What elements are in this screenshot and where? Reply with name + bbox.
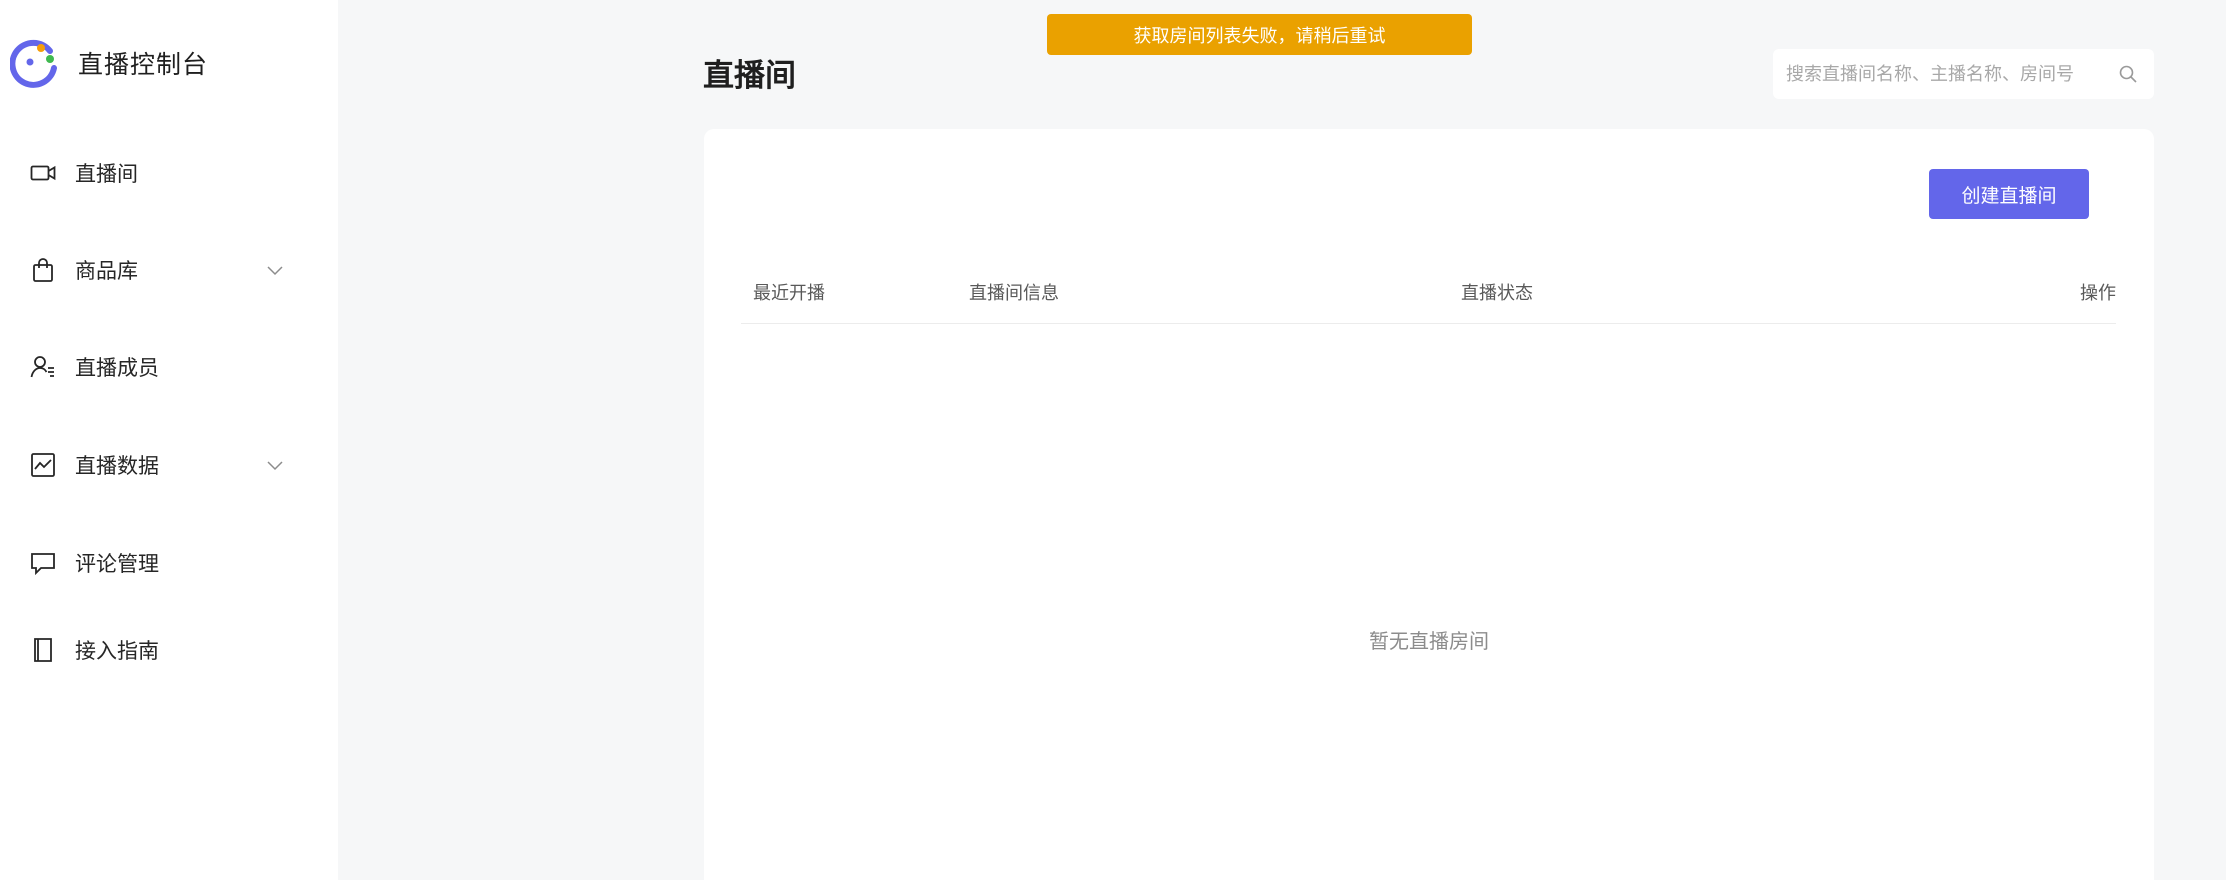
search-box xyxy=(1773,49,2154,99)
sidebar-item-product-library[interactable]: 商品库 xyxy=(0,240,338,300)
sidebar-item-label: 直播间 xyxy=(75,162,138,186)
sidebar-item-live-room[interactable]: 直播间 xyxy=(0,143,338,203)
page-title: 直播间 xyxy=(703,58,796,94)
chevron-down-icon[interactable] xyxy=(265,260,285,280)
logo-icon xyxy=(10,39,57,88)
sidebar-item-label: 商品库 xyxy=(75,259,138,283)
shopping-bag-icon xyxy=(28,255,58,285)
sidebar-item-label: 直播数据 xyxy=(75,454,159,478)
sidebar-item-comment-management[interactable]: 评论管理 xyxy=(0,533,338,593)
column-header-actions: 操作 xyxy=(2080,283,2116,304)
column-header-room-info: 直播间信息 xyxy=(969,283,1059,304)
create-live-room-button[interactable]: 创建直播间 xyxy=(1929,169,2089,219)
sidebar-item-label: 接入指南 xyxy=(75,639,159,663)
video-camera-icon xyxy=(28,158,58,188)
search-input[interactable] xyxy=(1786,63,2106,85)
sidebar-item-live-data[interactable]: 直播数据 xyxy=(0,435,338,495)
user-list-icon xyxy=(28,352,58,382)
brand[interactable]: 直播控制台 xyxy=(10,38,208,88)
book-icon xyxy=(28,635,58,665)
error-toast: 获取房间列表失败，请稍后重试 xyxy=(1047,14,1472,55)
live-room-card: 创建直播间 最近开播 直播间信息 直播状态 操作 暂无直播房间 xyxy=(704,129,2154,880)
sidebar-item-live-members[interactable]: 直播成员 xyxy=(0,337,338,397)
sidebar-item-integration-guide[interactable]: 接入指南 xyxy=(0,620,338,680)
table-header: 最近开播 直播间信息 直播状态 操作 xyxy=(741,264,2116,324)
app-root: 直播控制台 直播间 商品库 直播成员 直播数据 评论管理 接入指南 获取房间列表… xyxy=(0,0,2226,880)
chevron-down-icon[interactable] xyxy=(265,455,285,475)
chart-icon xyxy=(28,450,58,480)
app-title: 直播控制台 xyxy=(78,50,209,79)
comment-icon xyxy=(28,548,58,578)
sidebar-item-label: 评论管理 xyxy=(75,552,159,576)
sidebar: 直播控制台 直播间 商品库 直播成员 直播数据 评论管理 接入指南 xyxy=(0,0,338,880)
column-header-live-status: 直播状态 xyxy=(1461,283,1533,304)
search-icon[interactable] xyxy=(2118,64,2138,84)
empty-state-text: 暂无直播房间 xyxy=(1369,629,1489,653)
sidebar-item-label: 直播成员 xyxy=(75,356,159,380)
column-header-recent-live: 最近开播 xyxy=(753,283,825,304)
